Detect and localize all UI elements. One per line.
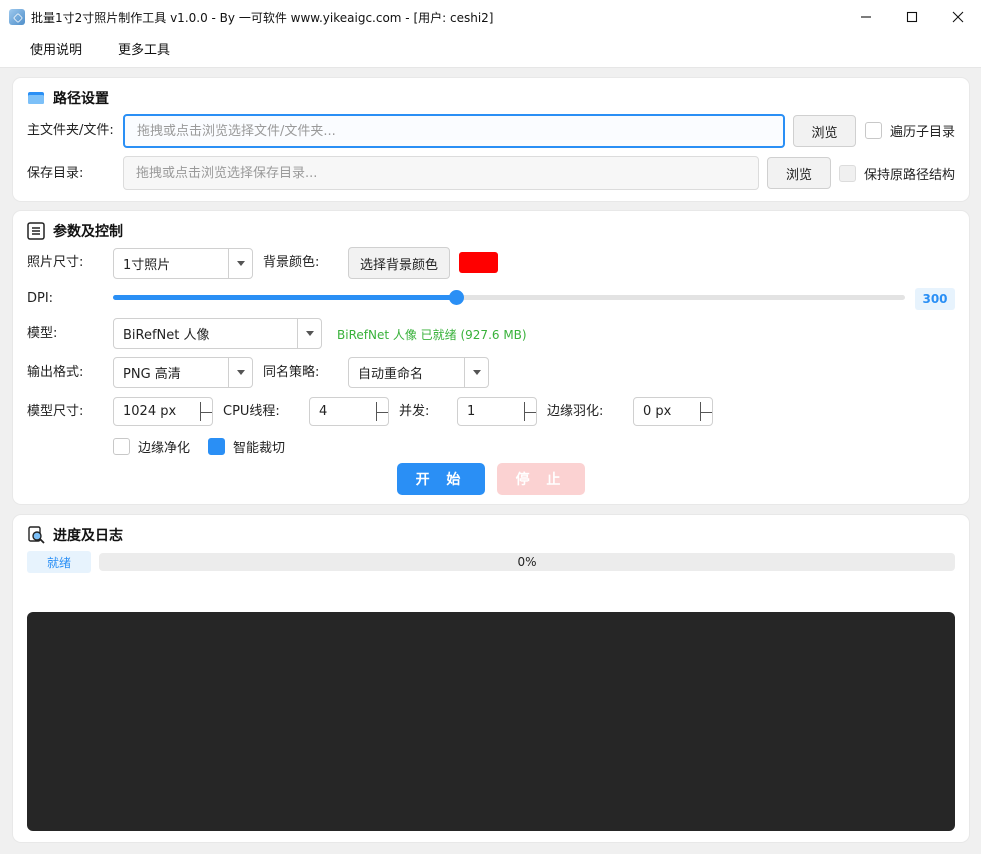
save-dir-label: 保存目录: [27,166,84,181]
keep-structure-label: 保持原路径结构 [864,168,956,183]
model-size-value: 1024 px [123,404,177,419]
main-path-label: 主文件夹/文件: [27,123,114,138]
progress-bar: 0% [99,553,955,571]
path-settings-title: 路径设置 [53,91,109,107]
concurrency-spinner[interactable]: 1 [457,397,537,426]
format-select[interactable]: PNG 高清 [113,357,253,388]
minimize-button[interactable] [843,0,889,34]
model-status: BiRefNet 人像 已就绪 (927.6 MB) [337,328,527,342]
photo-size-select[interactable]: 1寸照片 [113,248,253,279]
bg-color-label: 背景颜色: [263,255,320,270]
params-title: 参数及控制 [53,224,123,240]
keep-structure-box[interactable] [839,165,856,182]
feather-spinner[interactable]: 0 px [633,397,713,426]
cpu-threads-spinner[interactable]: 4 [309,397,389,426]
window-title: 批量1寸2寸照片制作工具 v1.0.0 - By 一可软件 www.yikeai… [31,10,494,25]
photo-size-value: 1寸照片 [123,258,171,273]
dup-policy-select[interactable]: 自动重命名 [348,357,489,388]
dpi-slider[interactable] [113,290,905,305]
app-icon [9,9,25,25]
model-size-label: 模型尺寸: [27,404,84,419]
params-header: 参数及控制 [27,221,123,241]
params-panel: 参数及控制 照片尺寸: 1寸照片 背景颜色: 选择背景颜色 DPI: 300 模… [13,211,969,504]
menu-item-help[interactable]: 使用说明 [12,34,100,68]
format-label: 输出格式: [27,365,84,380]
dpi-slider-handle[interactable] [448,290,464,305]
edge-clean-checkbox[interactable]: 边缘净化 [113,437,190,456]
path-settings-panel: 路径设置 主文件夹/文件: 浏览 遍历子目录 保存目录: 浏览 保持原路径结构 [13,78,969,201]
cpu-threads-value: 4 [319,404,328,419]
feather-label: 边缘羽化: [547,404,604,419]
concurrency-label: 并发: [399,404,430,419]
recurse-subdir-box[interactable] [865,122,882,139]
dpi-value: 300 [915,288,955,310]
smart-crop-label: 智能裁切 [233,441,286,456]
spinner-steps-icon[interactable] [376,398,388,425]
save-browse-button[interactable]: 浏览 [767,157,831,189]
chevron-down-icon[interactable] [228,249,252,278]
progress-title: 进度及日志 [53,528,123,544]
spinner-steps-icon[interactable] [700,398,712,425]
main-path-input[interactable] [123,114,785,148]
main-browse-button[interactable]: 浏览 [793,115,856,147]
maximize-icon [906,11,918,23]
maximize-button[interactable] [889,0,935,34]
window-controls [843,0,981,34]
chevron-down-icon[interactable] [464,358,488,387]
feather-value: 0 px [643,404,672,419]
menu-item-more-tools[interactable]: 更多工具 [100,34,188,68]
path-settings-header: 路径设置 [27,88,109,108]
photo-size-label: 照片尺寸: [27,255,84,270]
model-size-spinner[interactable]: 1024 px [113,397,213,426]
dup-policy-value: 自动重命名 [358,367,424,382]
spinner-steps-icon[interactable] [200,398,212,425]
dpi-slider-fill [113,295,456,300]
start-button[interactable]: 开 始 [397,463,485,495]
model-label: 模型: [27,326,58,341]
menu-bar: 使用说明 更多工具 [0,34,981,68]
stop-button[interactable]: 停 止 [497,463,585,495]
status-badge: 就绪 [27,551,91,573]
spinner-steps-icon[interactable] [524,398,536,425]
format-value: PNG 高清 [123,367,181,382]
smart-crop-box[interactable] [208,438,225,455]
list-icon [27,222,45,240]
progress-header: 进度及日志 [27,525,123,545]
save-dir-input[interactable] [123,156,759,190]
close-icon [952,11,964,23]
chevron-down-icon[interactable] [297,319,321,348]
minimize-icon [861,16,871,18]
progress-panel: 进度及日志 就绪 0% [13,515,969,842]
chevron-down-icon[interactable] [228,358,252,387]
smart-crop-checkbox[interactable]: 智能裁切 [208,437,285,456]
log-console[interactable] [27,612,955,831]
model-select[interactable]: BiRefNet 人像 [113,318,322,349]
progress-percent: 0% [517,555,537,569]
recurse-subdir-checkbox[interactable]: 遍历子目录 [865,121,955,140]
title-bar: 批量1寸2寸照片制作工具 v1.0.0 - By 一可软件 www.yikeai… [0,0,981,34]
concurrency-value: 1 [467,404,476,419]
recurse-subdir-label: 遍历子目录 [890,125,956,140]
keep-structure-checkbox[interactable]: 保持原路径结构 [839,164,955,183]
edge-clean-box[interactable] [113,438,130,455]
folder-icon [27,89,45,107]
dup-policy-label: 同名策略: [263,365,320,380]
dpi-label: DPI: [27,291,54,306]
model-value: BiRefNet 人像 [123,328,210,343]
bg-color-button[interactable]: 选择背景颜色 [348,247,450,279]
bg-color-swatch[interactable] [459,252,498,273]
cpu-threads-label: CPU线程: [223,404,280,419]
close-button[interactable] [935,0,981,34]
search-doc-icon [27,526,45,544]
edge-clean-label: 边缘净化 [138,441,191,456]
